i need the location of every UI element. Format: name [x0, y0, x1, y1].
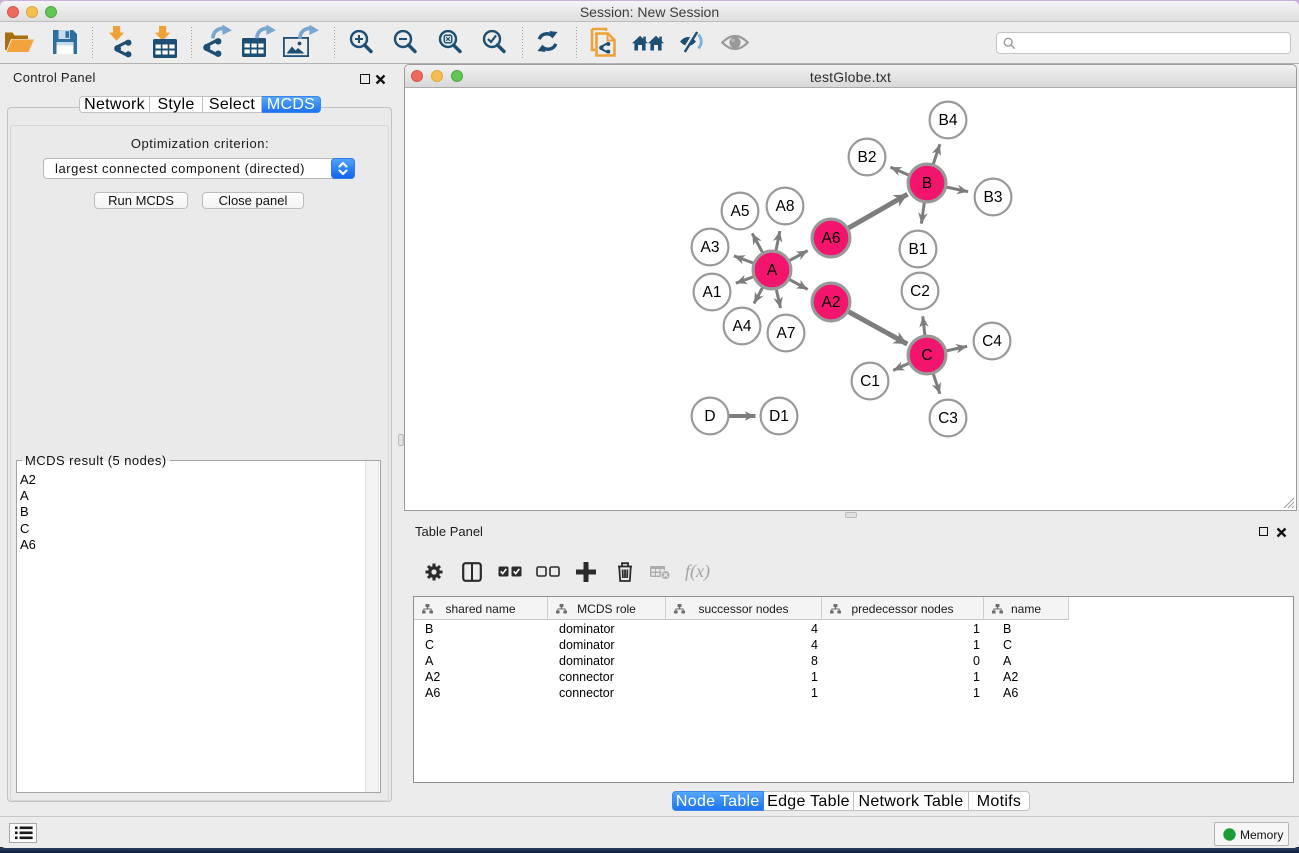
svg-text:B1: B1 — [909, 241, 928, 258]
svg-text:C1: C1 — [860, 373, 880, 390]
svg-text:D: D — [704, 408, 715, 425]
svg-text:A3: A3 — [701, 239, 720, 256]
svg-text:A2: A2 — [822, 294, 841, 311]
svg-text:C3: C3 — [938, 410, 958, 427]
svg-text:A6: A6 — [822, 230, 841, 247]
svg-text:C4: C4 — [982, 333, 1002, 350]
svg-text:A7: A7 — [777, 325, 796, 342]
svg-text:A5: A5 — [731, 203, 750, 220]
svg-text:C2: C2 — [910, 283, 930, 300]
svg-text:C: C — [921, 347, 932, 364]
svg-text:B: B — [922, 175, 932, 192]
svg-text:A8: A8 — [776, 198, 795, 215]
svg-text:A: A — [767, 262, 778, 279]
svg-text:A1: A1 — [703, 284, 722, 301]
svg-text:B3: B3 — [984, 189, 1003, 206]
svg-text:A4: A4 — [733, 318, 752, 335]
svg-text:B4: B4 — [939, 112, 958, 129]
svg-text:D1: D1 — [769, 408, 789, 425]
svg-text:B2: B2 — [858, 149, 877, 166]
